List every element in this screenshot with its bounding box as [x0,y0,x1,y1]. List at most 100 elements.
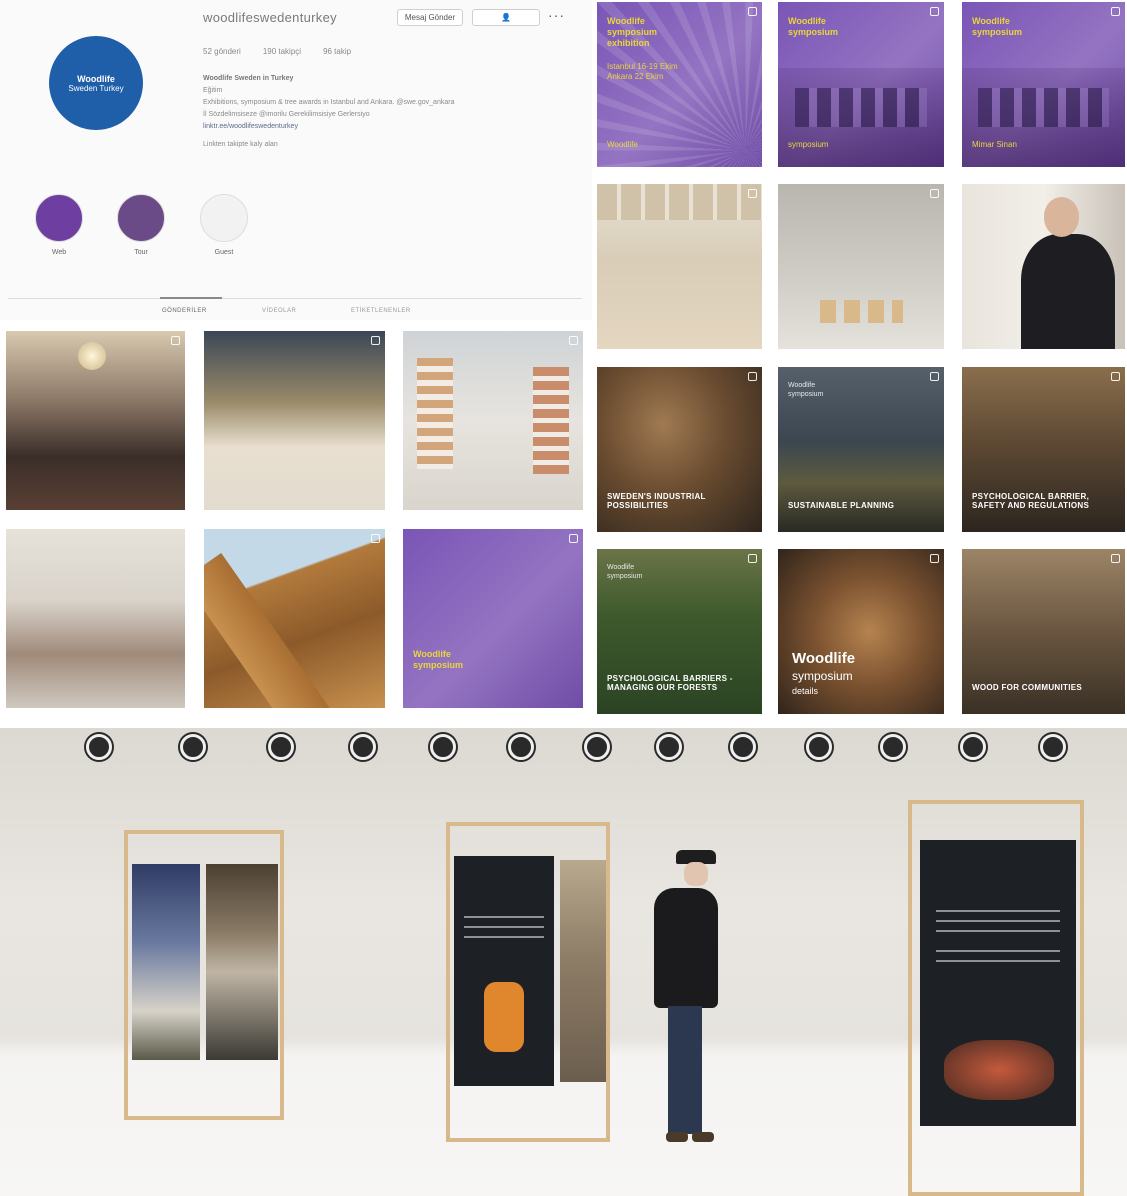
ceiling-light [806,734,832,760]
bio-link[interactable]: linktr.ee/woodlifeswedenturkey [203,121,583,133]
post-wood-joinery-photo[interactable] [204,529,385,708]
post-wood-for-communities[interactable]: WOOD FOR COMMUNITIES [962,549,1125,714]
carousel-icon [371,534,380,543]
ceiling-light [268,734,294,760]
carousel-icon [748,189,757,198]
post-exhibition-stands-photo[interactable] [403,331,583,510]
post-managing-forests[interactable]: Woodlife symposium PSYCHOLOGICAL BARRIERS… [597,549,762,714]
visitor-figure [646,850,724,1150]
followers-count[interactable]: 190 takipçi [263,47,301,56]
poster-panel [454,856,554,1086]
tile-caption: PSYCHOLOGICAL BARRIERS - MANAGING OUR FO… [607,674,733,692]
profile-avatar[interactable]: Woodlife Sweden Turkey [49,36,143,130]
tile-date-line: Istanbul 16-19 Ekim [607,62,678,71]
poster-text-line [935,960,1061,962]
tile-footer: symposium [788,140,828,149]
exhibition-photo [0,728,1127,1196]
post-symposium-details[interactable]: Woodlife symposium details [778,549,944,714]
bio-followed-by[interactable]: Linkten takipte kaly alan [203,139,583,151]
highlight-guest[interactable]: Guest [199,194,249,256]
ceiling-light [86,734,112,760]
post-speaker-photo[interactable] [962,184,1125,349]
tab-tagged[interactable]: ETİKETLENENLER [351,308,411,314]
poster-image [944,1040,1054,1100]
poster-text-line [935,910,1061,912]
carousel-icon [1111,7,1120,16]
tile-heading: Woodlife symposium [788,16,838,38]
tile-footer: Woodlife [607,140,638,149]
poster-panel [920,840,1076,1126]
shoe [692,1132,714,1142]
avatar-line-2: Sweden Turkey [68,83,124,93]
highlight-tour[interactable]: Tour [116,194,166,256]
ceiling-light [508,734,534,760]
poster-text-line [935,950,1061,952]
post-purple-symposium-1[interactable]: Woodlife symposium exhibition Istanbul 16-… [597,2,762,167]
instagram-profile-panel: Woodlife Sweden Turkey woodlifeswedentur… [0,0,592,320]
ceiling-light [880,734,906,760]
worker-figure [484,982,524,1052]
carousel-icon [748,372,757,381]
bio-line-1: Exhibitions, symposium & tree awards in … [203,99,455,106]
profile-username: woodlifeswedenturkey [203,10,337,25]
post-purple-event-graphic[interactable]: Woodlife symposium [403,529,583,708]
poster-text-line [464,926,544,928]
poster-panel [206,864,278,1060]
carousel-icon [930,372,939,381]
ceiling-light [960,734,986,760]
tile-heading-line: Woodlife [972,16,1010,26]
carousel-icon [371,336,380,345]
more-options-icon[interactable]: ··· [548,7,565,23]
post-reception-photo[interactable] [6,331,185,510]
message-button[interactable]: Mesaj Gönder [397,9,463,26]
shoe [666,1132,688,1142]
tile-title: Woodlife [792,650,856,667]
carousel-icon [748,554,757,563]
tile-caption: SUSTAINABLE PLANNING [788,501,895,510]
highlight-cover [117,194,165,242]
tile-heading-line: exhibition [607,38,650,48]
highlight-label: Web [51,249,67,256]
tab-videos[interactable]: VİDEOLAR [262,308,296,314]
ceiling-light [730,734,756,760]
post-safety-regulations[interactable]: PSYCHOLOGICAL BARRIER, SAFETY AND REGULA… [962,367,1125,532]
tile-heading-line: Woodlife [788,16,826,26]
bio-name: Woodlife Sweden in Turkey [203,75,294,82]
post-visitors-photo[interactable] [6,529,185,708]
poster-text-line [935,920,1061,922]
post-sustainable-planning[interactable]: Woodlife symposium SUSTAINABLE PLANNING [778,367,944,532]
tile-heading-line: symposium [607,27,658,37]
tile-heading-line: symposium [413,660,464,670]
tile-heading-line: symposium [788,27,839,37]
tab-posts[interactable]: GÖNDERİLER [162,308,207,314]
follow-button[interactable]: 👤 [472,9,540,26]
ceiling-light [1040,734,1066,760]
tile-heading: Woodlife symposium [788,381,823,399]
post-purple-symposium-2[interactable]: Woodlife symposium symposium [778,2,944,167]
post-concrete-room-photo[interactable] [778,184,944,349]
legs [668,1006,702,1134]
tile-caption: WOOD FOR COMMUNITIES [972,683,1082,692]
posts-count[interactable]: 52 gönderi [203,47,241,56]
bio-category: Eğitim [203,87,223,94]
tile-heading-line: Woodlife [607,16,645,26]
profile-stats: 52 gönderi 190 takipçi 96 takip [203,47,351,56]
tile-heading-line: Woodlife [607,564,635,571]
post-exhibition-hall-photo[interactable] [204,331,385,510]
post-purple-symposium-3[interactable]: Woodlife symposium Mimar Sinan [962,2,1125,167]
tile-caption: PSYCHOLOGICAL BARRIER, SAFETY AND REGULA… [972,492,1090,510]
tile-subtitle: symposium [792,669,853,683]
carousel-icon [748,7,757,16]
highlight-cover [35,194,83,242]
tile-caption: SWEDEN'S INDUSTRIAL POSSIBILITIES [607,492,706,510]
post-industrial-possibilities[interactable]: SWEDEN'S INDUSTRIAL POSSIBILITIES [597,367,762,532]
highlight-web[interactable]: Web [34,194,84,256]
tile-heading-line: symposium [788,391,824,398]
tile-footer: Mimar Sinan [972,140,1017,149]
following-count[interactable]: 96 takip [323,47,351,56]
post-gallery-hall-photo[interactable] [597,184,762,349]
highlight-label: Guest [214,249,234,256]
tile-date-line: Ankara 22 Ekim [607,72,664,81]
carousel-icon [930,189,939,198]
tile-heading: Woodlife symposium exhibition [607,16,657,49]
